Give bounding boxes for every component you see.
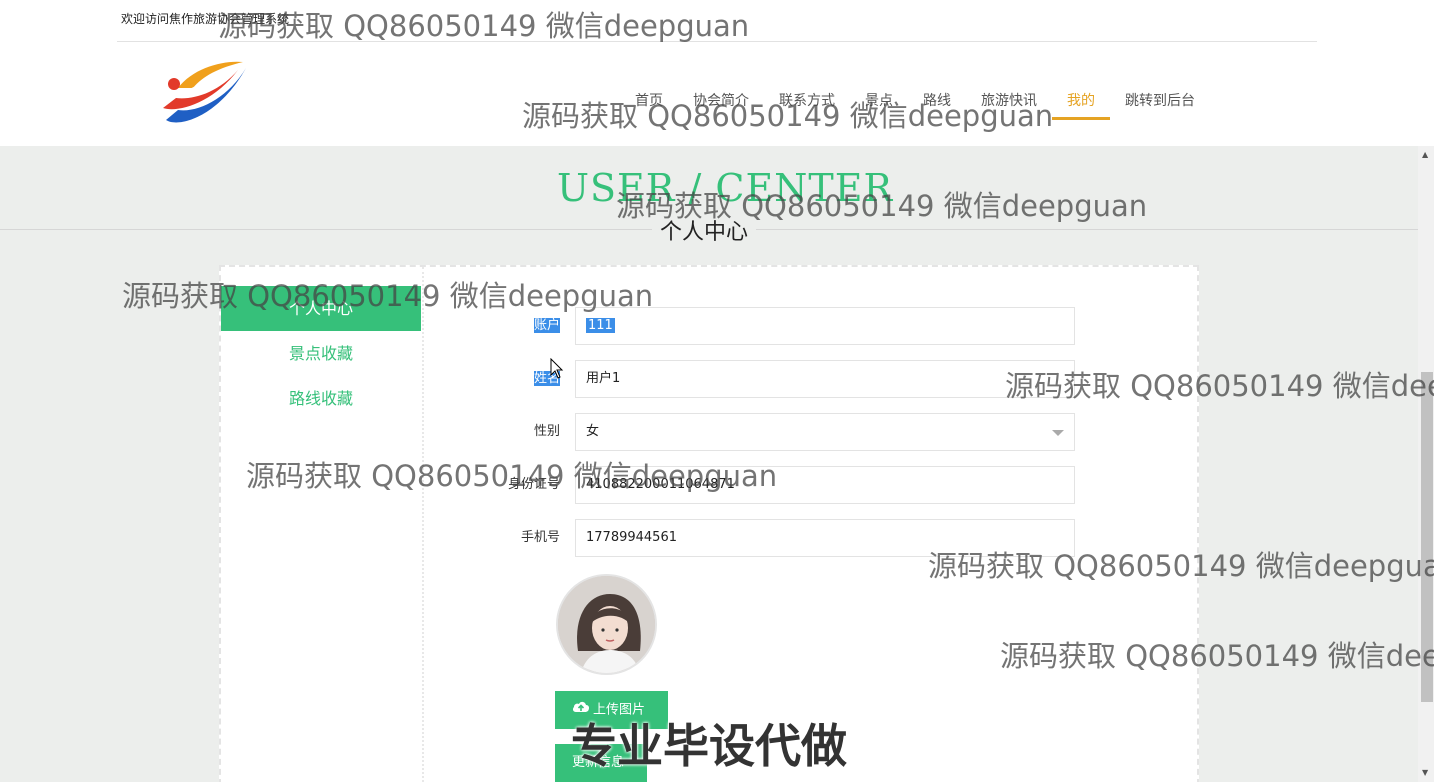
form-row-name: 姓名 用户1 — [430, 360, 1080, 398]
welcome-text: 欢迎访问焦作旅游协会管理系统 — [121, 12, 290, 26]
page-title-en: USER / CENTER — [557, 166, 894, 210]
account-field[interactable]: 111 — [575, 307, 1075, 345]
site-logo[interactable] — [158, 58, 250, 130]
gender-selected-value: 女 — [586, 424, 600, 439]
nav-home[interactable]: 首页 — [620, 82, 678, 120]
chevron-down-icon — [1052, 430, 1064, 436]
form-row-id-number: 身份证号 410882200011064871 — [430, 466, 1080, 504]
mouse-cursor-icon — [550, 358, 564, 379]
watermark-banner: 专业毕设代做 — [571, 719, 847, 773]
sidebar-item-route-favorites[interactable]: 路线收藏 — [221, 376, 421, 421]
scroll-down-icon[interactable]: ▼ — [1422, 768, 1428, 777]
nav-contact[interactable]: 联系方式 — [764, 82, 850, 120]
id-number-field[interactable]: 410882200011064871 — [575, 466, 1075, 504]
scroll-up-icon[interactable]: ▲ — [1422, 150, 1428, 159]
phone-label: 手机号 — [520, 530, 560, 545]
avatar — [556, 574, 657, 675]
nav-admin[interactable]: 跳转到后台 — [1110, 82, 1210, 120]
nav-mine[interactable]: 我的 — [1052, 82, 1110, 120]
page-title: 个人中心 — [652, 214, 757, 246]
form-row-phone: 手机号 17789944561 — [430, 519, 1080, 557]
nav-scenic[interactable]: 景点 — [850, 82, 908, 120]
form-row-gender: 性别 女 — [430, 413, 1080, 451]
name-field[interactable]: 用户1 — [575, 360, 1075, 398]
scrollbar-thumb[interactable] — [1421, 372, 1433, 702]
sidebar: 个人中心 景点收藏 路线收藏 — [221, 286, 421, 421]
header-divider — [117, 41, 1317, 42]
sidebar-item-profile[interactable]: 个人中心 — [221, 286, 421, 331]
gender-label: 性别 — [533, 424, 560, 439]
sidebar-item-scenic-favorites[interactable]: 景点收藏 — [221, 331, 421, 376]
nav-about[interactable]: 协会简介 — [678, 82, 764, 120]
id-number-label: 身份证号 — [507, 477, 560, 492]
phone-field[interactable]: 17789944561 — [575, 519, 1075, 557]
nav-routes[interactable]: 路线 — [908, 82, 966, 120]
account-label: 账户 — [533, 318, 560, 333]
main-nav: 首页 协会简介 联系方式 景点 路线 旅游快讯 我的 跳转到后台 — [620, 82, 1210, 122]
nav-news[interactable]: 旅游快讯 — [966, 82, 1052, 120]
form-row-account: 账户 111 — [430, 307, 1080, 345]
top-header: 欢迎访问焦作旅游协会管理系统 首页 协会简介 联系方式 景点 路线 旅游快讯 我… — [0, 0, 1434, 146]
gender-select[interactable]: 女 — [575, 413, 1075, 451]
sidebar-divider — [422, 267, 424, 782]
